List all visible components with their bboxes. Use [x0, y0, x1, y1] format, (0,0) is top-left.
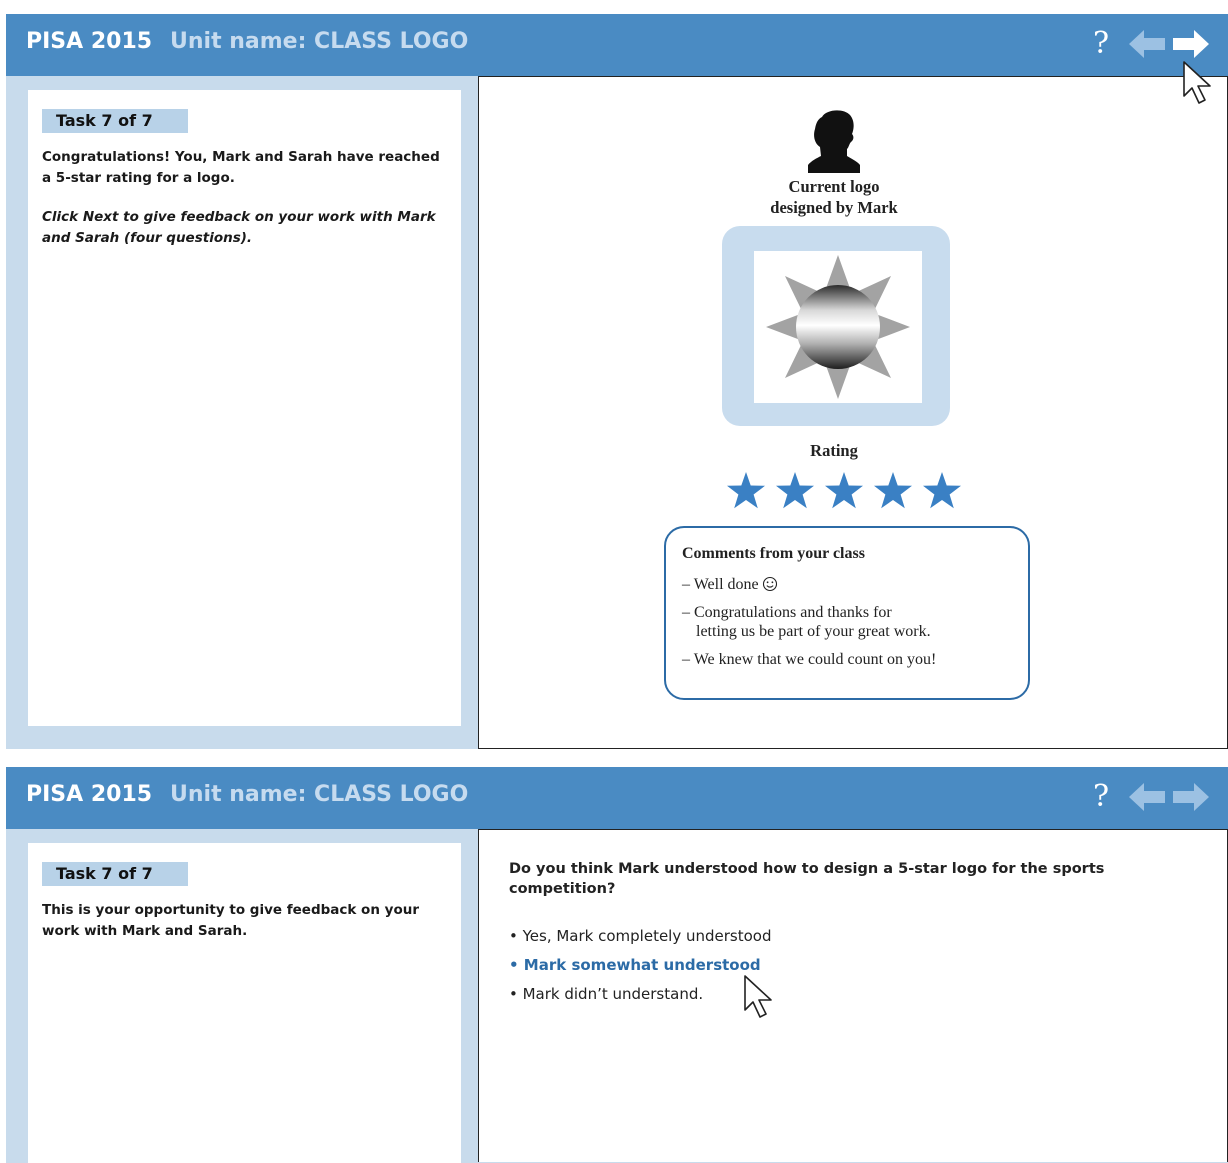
comment-text: – Well done — [682, 576, 759, 593]
comment-item: – We knew that we could count on you! — [682, 651, 937, 668]
comment-item: – Congratulations and thanks for — [682, 604, 892, 621]
star-icon — [727, 472, 765, 509]
task-panel: Task 7 of 7 This is your opportunity to … — [28, 843, 461, 1163]
person-silhouette-icon — [808, 110, 860, 173]
logo-frame — [722, 226, 950, 426]
unit-name: Unit name: CLASS LOGO — [170, 29, 469, 54]
logo-caption-line2: designed by Mark — [770, 198, 898, 217]
mouse-cursor-icon — [1183, 61, 1211, 104]
star-icon — [874, 472, 912, 509]
logo-image — [754, 251, 922, 403]
comments-title: Comments from your class — [682, 545, 865, 562]
help-button[interactable]: ? — [1090, 26, 1112, 62]
option-completely-understood[interactable]: • Yes, Mark completely understood — [509, 927, 772, 945]
header-bar: PISA 2015 Unit name: CLASS LOGO ? — [6, 14, 1228, 76]
arrow-right-icon[interactable] — [1173, 30, 1209, 58]
question-text: Do you think Mark understood how to desi… — [509, 861, 1105, 897]
smiley-icon — [762, 576, 777, 592]
logo-caption: Current logo designed by Mark — [709, 176, 959, 218]
task-panel: Task 7 of 7 Congratulations! You, Mark a… — [28, 90, 461, 726]
comment-item-continued: letting us be part of your great work. — [696, 623, 931, 640]
app-title: PISA 2015 — [26, 782, 153, 807]
star-icon — [776, 472, 814, 509]
task-text: This is your opportunity to give feedbac… — [42, 902, 419, 939]
mouse-cursor-icon — [744, 975, 772, 1018]
arrow-right-icon[interactable] — [1173, 783, 1209, 811]
question-panel: Do you think Mark understood how to desi… — [478, 829, 1228, 1162]
star-icon — [825, 472, 863, 509]
screen-task-complete: PISA 2015 Unit name: CLASS LOGO ? Task 7… — [6, 14, 1228, 749]
task-instruction: Click Next to give feedback on your work… — [42, 209, 436, 246]
task-label: Task 7 of 7 — [42, 862, 188, 886]
header-bar: PISA 2015 Unit name: CLASS LOGO ? — [6, 767, 1228, 829]
arrow-left-icon[interactable] — [1129, 30, 1165, 58]
logo-caption-line1: Current logo — [788, 177, 880, 196]
help-button[interactable]: ? — [1090, 779, 1112, 815]
task-label: Task 7 of 7 — [42, 109, 188, 133]
comments-box: Comments from your class – Well done – C… — [664, 526, 1030, 700]
option-didnt-understand[interactable]: • Mark didn’t understand. — [509, 985, 703, 1003]
rating-label: Rating — [810, 441, 858, 460]
rating-stars — [726, 471, 966, 513]
task-text: Congratulations! You, Mark and Sarah hav… — [42, 149, 440, 186]
screen-feedback-question: PISA 2015 Unit name: CLASS LOGO ? Task 7… — [6, 767, 1228, 1163]
app-title: PISA 2015 — [26, 29, 153, 54]
option-somewhat-understood[interactable]: • Mark somewhat understood — [509, 956, 761, 974]
unit-name: Unit name: CLASS LOGO — [170, 782, 469, 807]
logo-panel: Current logo designed by Mark Rating Com… — [478, 76, 1228, 749]
star-icon — [923, 472, 961, 509]
arrow-left-icon[interactable] — [1129, 783, 1165, 811]
comment-item: – Well done — [682, 575, 778, 594]
sun-logo-icon — [766, 255, 910, 399]
